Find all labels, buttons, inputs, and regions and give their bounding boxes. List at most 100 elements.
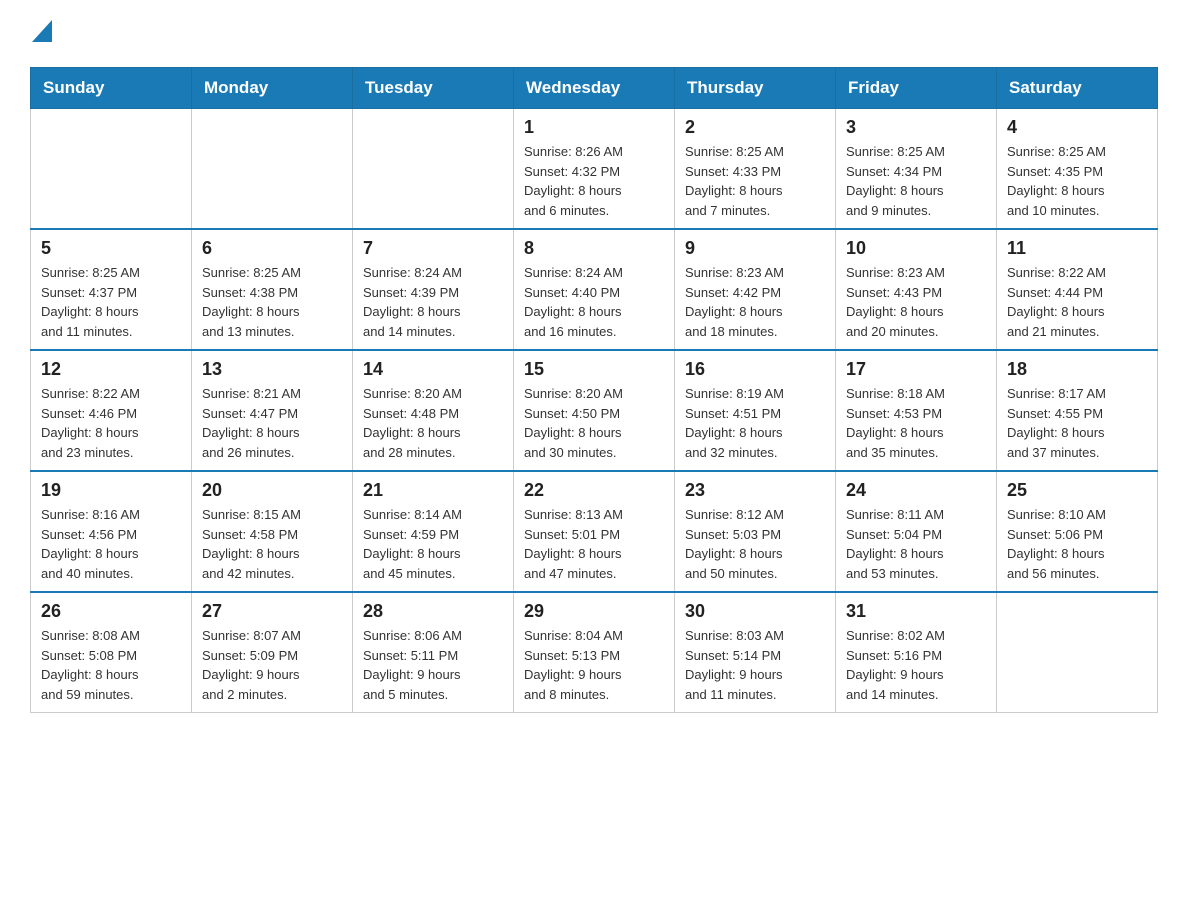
day-number: 14	[363, 359, 503, 380]
day-info: Sunrise: 8:07 AMSunset: 5:09 PMDaylight:…	[202, 626, 342, 704]
day-info: Sunrise: 8:26 AMSunset: 4:32 PMDaylight:…	[524, 142, 664, 220]
day-number: 28	[363, 601, 503, 622]
day-number: 10	[846, 238, 986, 259]
day-info: Sunrise: 8:22 AMSunset: 4:46 PMDaylight:…	[41, 384, 181, 462]
calendar-week-row: 26 Sunrise: 8:08 AMSunset: 5:08 PMDayligh…	[31, 592, 1158, 713]
calendar-cell: 19Sunrise: 8:16 AMSunset: 4:56 PMDayligh…	[31, 471, 192, 592]
day-info: Sunrise: 8:20 AMSunset: 4:50 PMDaylight:…	[524, 384, 664, 462]
calendar-cell: 26 Sunrise: 8:08 AMSunset: 5:08 PMDayligh…	[31, 592, 192, 713]
day-number: 18	[1007, 359, 1147, 380]
day-number: 2	[685, 117, 825, 138]
th-thursday: Thursday	[675, 68, 836, 109]
day-number: 1	[524, 117, 664, 138]
day-info: Sunrise: 8:17 AMSunset: 4:55 PMDaylight:…	[1007, 384, 1147, 462]
logo	[30, 20, 52, 47]
day-number: 27	[202, 601, 342, 622]
day-number: 12	[41, 359, 181, 380]
calendar-cell: 28 Sunrise: 8:06 AMSunset: 5:11 PMDayligh…	[353, 592, 514, 713]
calendar-cell: 24 Sunrise: 8:11 AMSunset: 5:04 PMDayligh…	[836, 471, 997, 592]
day-number: 16	[685, 359, 825, 380]
calendar-cell: 20 Sunrise: 8:15 AMSunset: 4:58 PMDayligh…	[192, 471, 353, 592]
calendar-table: Sunday Monday Tuesday Wednesday Thursday…	[30, 67, 1158, 713]
calendar-cell: 18 Sunrise: 8:17 AMSunset: 4:55 PMDayligh…	[997, 350, 1158, 471]
day-number: 3	[846, 117, 986, 138]
day-info: Sunrise: 8:20 AMSunset: 4:48 PMDaylight:…	[363, 384, 503, 462]
calendar-week-row: 12 Sunrise: 8:22 AMSunset: 4:46 PMDayligh…	[31, 350, 1158, 471]
th-monday: Monday	[192, 68, 353, 109]
day-number: 25	[1007, 480, 1147, 501]
calendar-week-row: 1 Sunrise: 8:26 AMSunset: 4:32 PMDaylight…	[31, 109, 1158, 230]
day-number: 22	[524, 480, 664, 501]
day-number: 15	[524, 359, 664, 380]
calendar-cell	[997, 592, 1158, 713]
day-info: Sunrise: 8:10 AMSunset: 5:06 PMDaylight:…	[1007, 505, 1147, 583]
th-wednesday: Wednesday	[514, 68, 675, 109]
day-number: 5	[41, 238, 181, 259]
day-info: Sunrise: 8:03 AMSunset: 5:14 PMDaylight:…	[685, 626, 825, 704]
calendar-cell: 17 Sunrise: 8:18 AMSunset: 4:53 PMDayligh…	[836, 350, 997, 471]
day-info: Sunrise: 8:06 AMSunset: 5:11 PMDaylight:…	[363, 626, 503, 704]
day-number: 31	[846, 601, 986, 622]
day-info: Sunrise: 8:11 AMSunset: 5:04 PMDaylight:…	[846, 505, 986, 583]
calendar-cell: 16Sunrise: 8:19 AMSunset: 4:51 PMDayligh…	[675, 350, 836, 471]
day-info: Sunrise: 8:14 AMSunset: 4:59 PMDaylight:…	[363, 505, 503, 583]
calendar-cell: 4 Sunrise: 8:25 AMSunset: 4:35 PMDaylight…	[997, 109, 1158, 230]
calendar-cell: 2 Sunrise: 8:25 AMSunset: 4:33 PMDaylight…	[675, 109, 836, 230]
day-number: 9	[685, 238, 825, 259]
day-number: 21	[363, 480, 503, 501]
day-number: 20	[202, 480, 342, 501]
calendar-cell: 30 Sunrise: 8:03 AMSunset: 5:14 PMDayligh…	[675, 592, 836, 713]
calendar-cell: 1 Sunrise: 8:26 AMSunset: 4:32 PMDaylight…	[514, 109, 675, 230]
calendar-week-row: 19Sunrise: 8:16 AMSunset: 4:56 PMDayligh…	[31, 471, 1158, 592]
calendar-cell: 6Sunrise: 8:25 AMSunset: 4:38 PMDaylight…	[192, 229, 353, 350]
calendar-cell: 27 Sunrise: 8:07 AMSunset: 5:09 PMDayligh…	[192, 592, 353, 713]
day-info: Sunrise: 8:25 AMSunset: 4:38 PMDaylight:…	[202, 263, 342, 341]
calendar-cell: 12 Sunrise: 8:22 AMSunset: 4:46 PMDayligh…	[31, 350, 192, 471]
calendar-cell: 21 Sunrise: 8:14 AMSunset: 4:59 PMDayligh…	[353, 471, 514, 592]
day-info: Sunrise: 8:23 AMSunset: 4:43 PMDaylight:…	[846, 263, 986, 341]
calendar-cell: 14 Sunrise: 8:20 AMSunset: 4:48 PMDayligh…	[353, 350, 514, 471]
th-saturday: Saturday	[997, 68, 1158, 109]
logo-triangle-icon	[32, 20, 52, 42]
day-number: 23	[685, 480, 825, 501]
calendar-cell: 31Sunrise: 8:02 AMSunset: 5:16 PMDayligh…	[836, 592, 997, 713]
day-info: Sunrise: 8:15 AMSunset: 4:58 PMDaylight:…	[202, 505, 342, 583]
calendar-cell: 10 Sunrise: 8:23 AMSunset: 4:43 PMDayligh…	[836, 229, 997, 350]
calendar-cell: 29Sunrise: 8:04 AMSunset: 5:13 PMDayligh…	[514, 592, 675, 713]
day-info: Sunrise: 8:18 AMSunset: 4:53 PMDaylight:…	[846, 384, 986, 462]
day-number: 24	[846, 480, 986, 501]
day-info: Sunrise: 8:22 AMSunset: 4:44 PMDaylight:…	[1007, 263, 1147, 341]
day-number: 8	[524, 238, 664, 259]
day-info: Sunrise: 8:24 AMSunset: 4:39 PMDaylight:…	[363, 263, 503, 341]
day-number: 7	[363, 238, 503, 259]
calendar-cell	[31, 109, 192, 230]
calendar-cell: 23 Sunrise: 8:12 AMSunset: 5:03 PMDayligh…	[675, 471, 836, 592]
day-number: 4	[1007, 117, 1147, 138]
header-row: Sunday Monday Tuesday Wednesday Thursday…	[31, 68, 1158, 109]
calendar-cell: 5Sunrise: 8:25 AMSunset: 4:37 PMDaylight…	[31, 229, 192, 350]
day-info: Sunrise: 8:25 AMSunset: 4:33 PMDaylight:…	[685, 142, 825, 220]
day-info: Sunrise: 8:25 AMSunset: 4:35 PMDaylight:…	[1007, 142, 1147, 220]
calendar-week-row: 5Sunrise: 8:25 AMSunset: 4:37 PMDaylight…	[31, 229, 1158, 350]
day-info: Sunrise: 8:08 AMSunset: 5:08 PMDaylight:…	[41, 626, 181, 704]
calendar-cell: 8Sunrise: 8:24 AMSunset: 4:40 PMDaylight…	[514, 229, 675, 350]
day-info: Sunrise: 8:21 AMSunset: 4:47 PMDaylight:…	[202, 384, 342, 462]
day-info: Sunrise: 8:04 AMSunset: 5:13 PMDaylight:…	[524, 626, 664, 704]
day-number: 26	[41, 601, 181, 622]
day-info: Sunrise: 8:23 AMSunset: 4:42 PMDaylight:…	[685, 263, 825, 341]
day-number: 17	[846, 359, 986, 380]
day-number: 30	[685, 601, 825, 622]
day-number: 13	[202, 359, 342, 380]
calendar-cell: 11Sunrise: 8:22 AMSunset: 4:44 PMDayligh…	[997, 229, 1158, 350]
calendar-cell: 15 Sunrise: 8:20 AMSunset: 4:50 PMDayligh…	[514, 350, 675, 471]
calendar-cell: 22 Sunrise: 8:13 AMSunset: 5:01 PMDayligh…	[514, 471, 675, 592]
day-info: Sunrise: 8:25 AMSunset: 4:34 PMDaylight:…	[846, 142, 986, 220]
calendar-cell	[353, 109, 514, 230]
day-info: Sunrise: 8:13 AMSunset: 5:01 PMDaylight:…	[524, 505, 664, 583]
calendar-cell	[192, 109, 353, 230]
day-number: 19	[41, 480, 181, 501]
th-tuesday: Tuesday	[353, 68, 514, 109]
header	[30, 20, 1158, 47]
day-info: Sunrise: 8:12 AMSunset: 5:03 PMDaylight:…	[685, 505, 825, 583]
calendar-cell: 13 Sunrise: 8:21 AMSunset: 4:47 PMDayligh…	[192, 350, 353, 471]
